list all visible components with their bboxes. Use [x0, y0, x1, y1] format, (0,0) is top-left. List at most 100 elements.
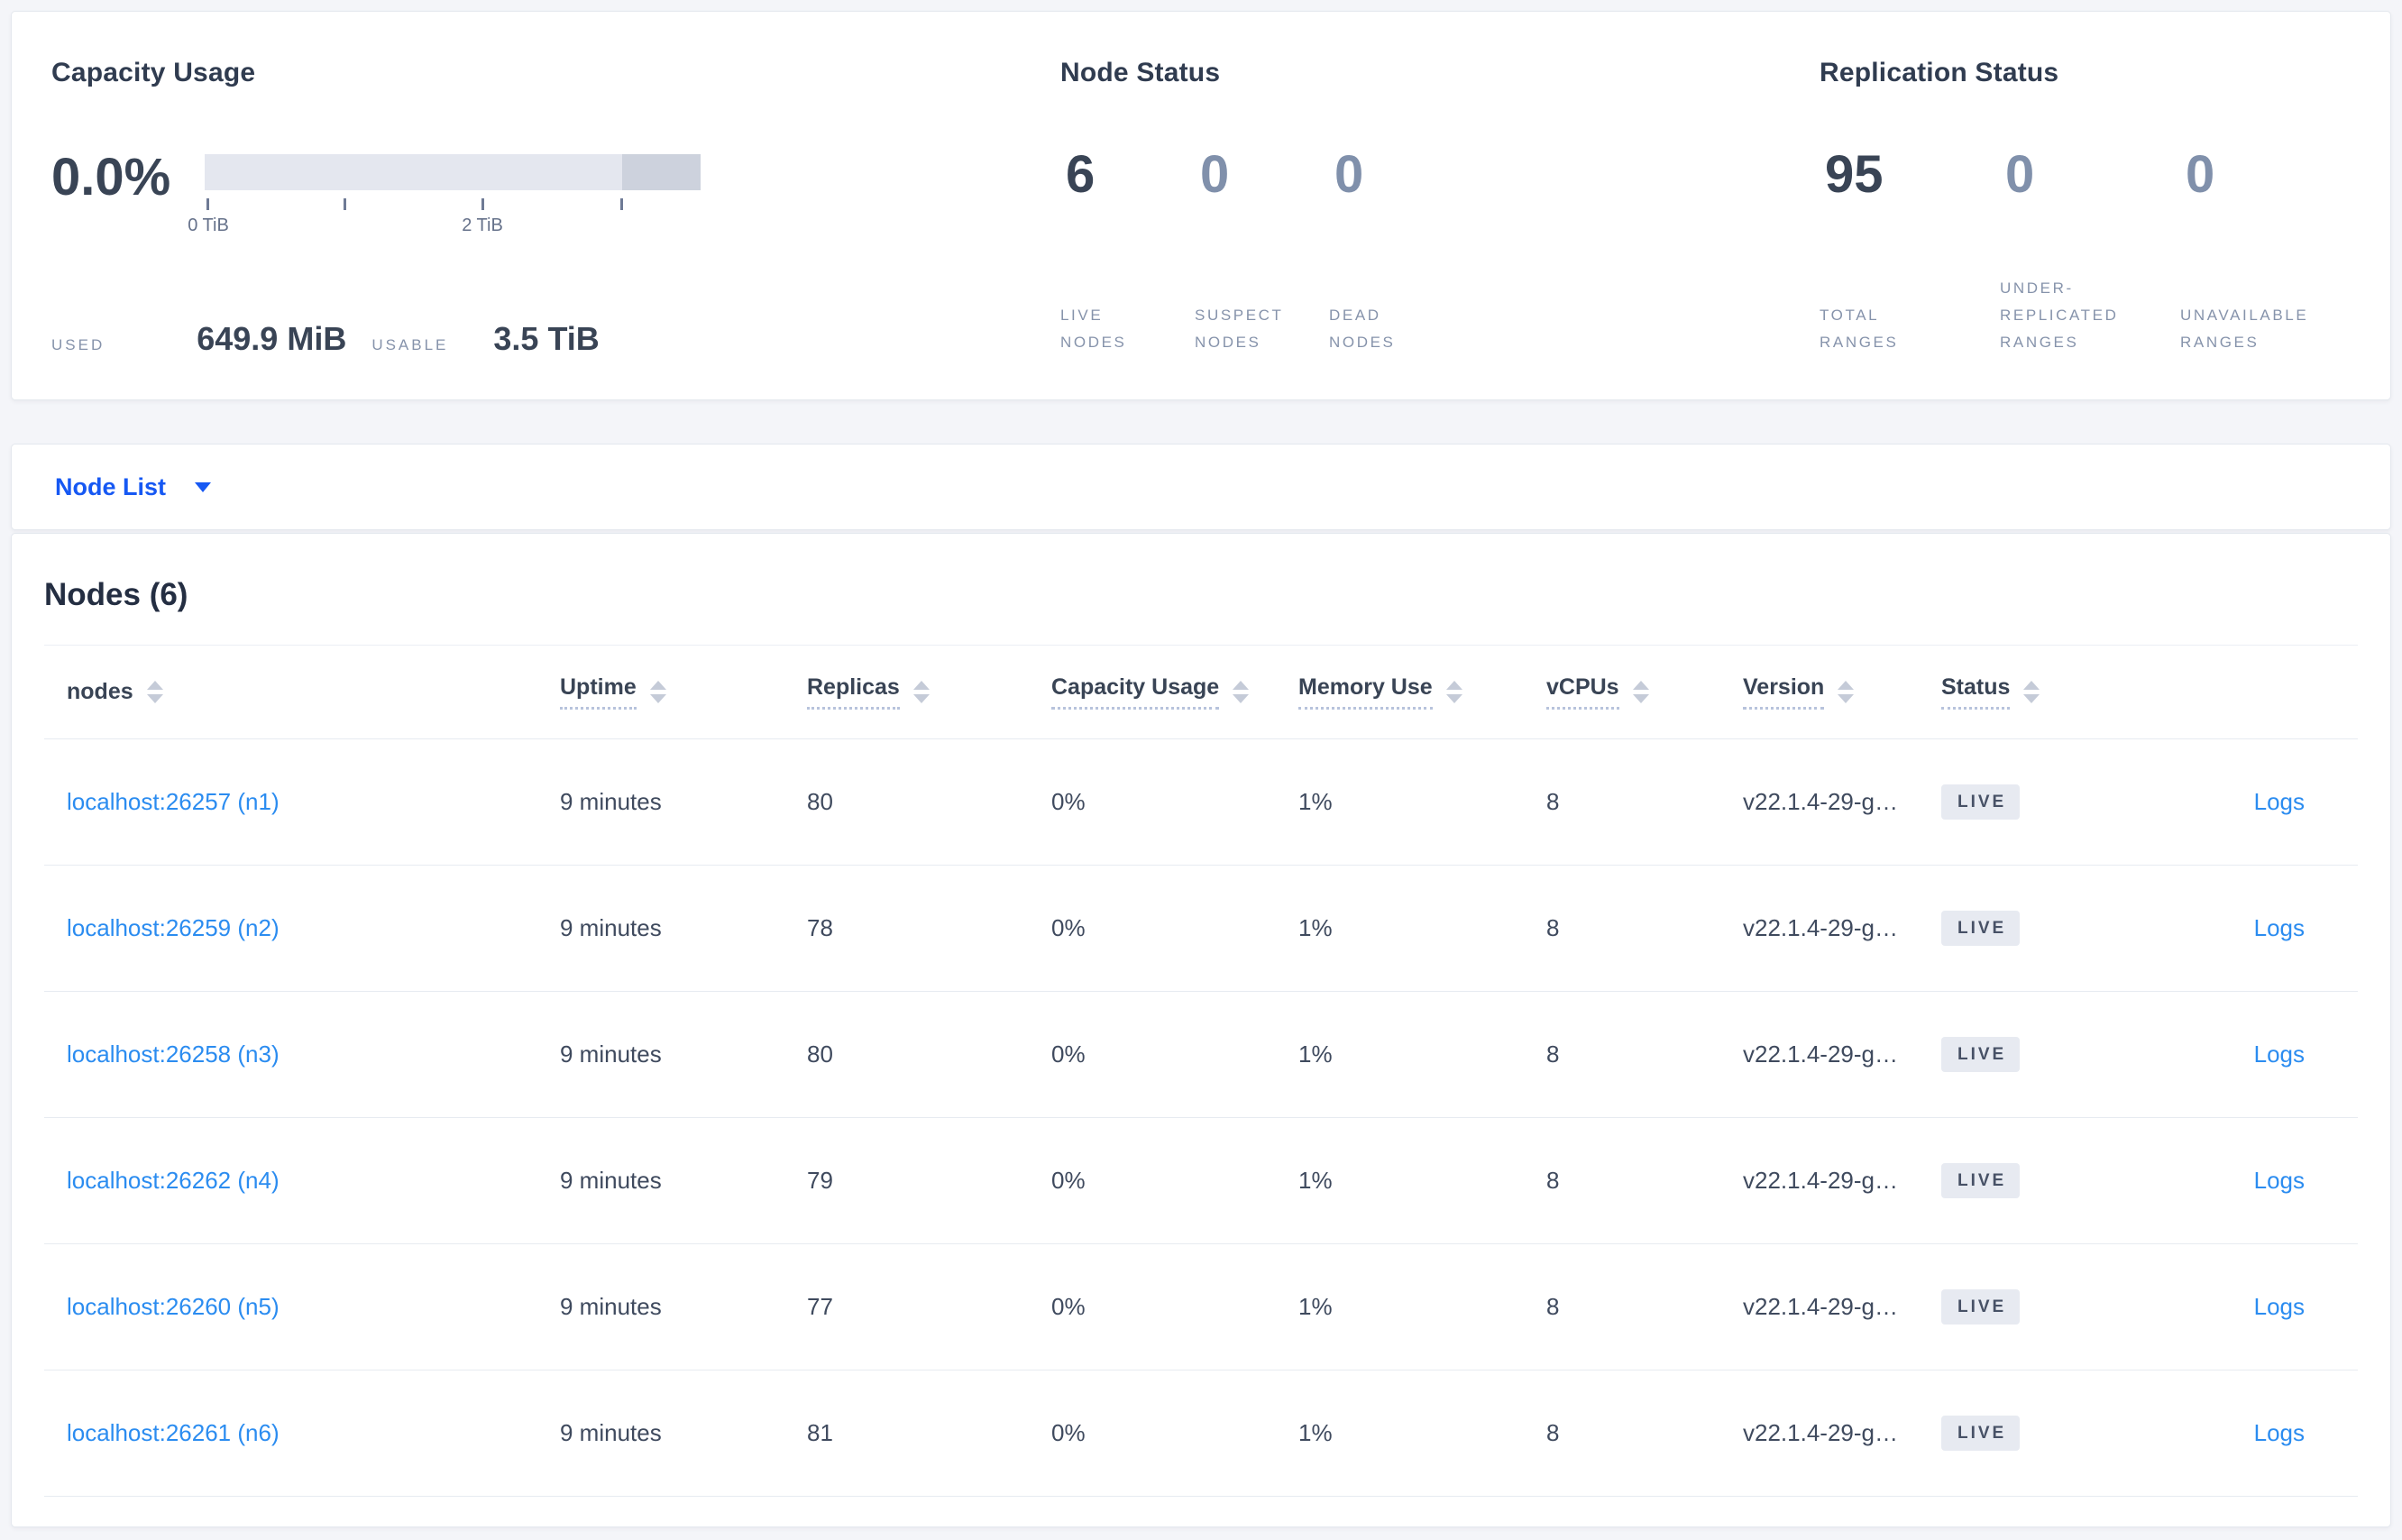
vcpus-cell: 8 [1546, 1167, 1560, 1194]
column-header-status[interactable]: Status [1941, 674, 2140, 710]
version-cell: v22.1.4-29-g… [1743, 788, 1898, 815]
logs-cell: Logs [2140, 1167, 2358, 1195]
memory-cell: 1% [1298, 788, 1333, 815]
node-status-title: Node Status [1060, 58, 1221, 87]
column-header-label: Capacity Usage [1051, 674, 1220, 710]
node-link[interactable]: localhost:26258 (n3) [67, 1040, 280, 1068]
uptime-cell: 9 minutes [560, 788, 662, 815]
live-nodes-stat: 6 LIVE NODES [1060, 147, 1195, 399]
column-header-vcpus[interactable]: vCPUs [1546, 674, 1743, 710]
column-header-memory-use[interactable]: Memory Use [1298, 674, 1546, 710]
column-header-label: nodes [67, 679, 133, 704]
under-replicated-ranges-stat: 0 UNDER-REPLICATED RANGES [2000, 147, 2180, 399]
logs-link[interactable]: Logs [2254, 1040, 2305, 1068]
axis-tick-label: 2 TiB [462, 215, 503, 235]
sort-icon [1838, 681, 1855, 703]
vcpus-cell: 8 [1546, 788, 1560, 815]
capacity-bar-chart: 0 TiB 2 TiB [188, 154, 701, 243]
cluster-overview-page: Capacity Usage 0.0% 0 TiB 2 TiB USED 649… [0, 0, 2402, 1540]
column-header-nodes[interactable]: nodes [44, 679, 560, 705]
node-link[interactable]: localhost:26257 (n1) [67, 788, 280, 815]
uptime-cell: 9 minutes [560, 1293, 662, 1320]
node-link[interactable]: localhost:26261 (n6) [67, 1419, 280, 1446]
table-row: localhost:26261 (n6) 9 minutes 81 0% 1% … [44, 1370, 2358, 1497]
memory-cell: 1% [1298, 914, 1333, 941]
cluster-summary-card: Capacity Usage 0.0% 0 TiB 2 TiB USED 649… [11, 11, 2391, 400]
status-badge: LIVE [1941, 1163, 2021, 1198]
capacity-usage-section: Capacity Usage 0.0% 0 TiB 2 TiB USED 649… [51, 12, 1025, 399]
logs-link[interactable]: Logs [2254, 1419, 2305, 1446]
capacity-usage-summary: USED 649.9 MiB USABLE 3.5 TiB [51, 320, 1025, 399]
chevron-down-icon [195, 481, 212, 492]
total-ranges-label: TOTAL RANGES [1820, 307, 1899, 351]
node-link[interactable]: localhost:26262 (n4) [67, 1167, 280, 1194]
capacity-cell: 0% [1051, 1040, 1086, 1068]
logs-link[interactable]: Logs [2254, 1293, 2305, 1320]
status-badge: LIVE [1941, 1037, 2021, 1072]
column-header-version[interactable]: Version [1743, 674, 1941, 710]
memory-cell: 1% [1298, 1419, 1333, 1446]
replicas-cell: 79 [807, 1167, 833, 1194]
node-link[interactable]: localhost:26260 (n5) [67, 1293, 280, 1320]
sort-icon [912, 681, 930, 703]
under-replicated-ranges-label: UNDER-REPLICATED RANGES [2000, 280, 2119, 351]
uptime-cell: 9 minutes [560, 1419, 662, 1446]
live-nodes-label: LIVE NODES [1060, 307, 1127, 351]
logs-cell: Logs [2140, 1293, 2358, 1321]
suspect-nodes-label: SUSPECT NODES [1195, 307, 1284, 351]
usable-label: USABLE [371, 336, 449, 353]
memory-cell: 1% [1298, 1040, 1333, 1068]
version-cell: v22.1.4-29-g… [1743, 1040, 1898, 1068]
capacity-cell: 0% [1051, 914, 1086, 941]
table-row: localhost:26258 (n3) 9 minutes 80 0% 1% … [44, 992, 2358, 1118]
sort-icon [2023, 681, 2040, 703]
axis-tick [481, 198, 484, 210]
node-cell: localhost:26257 (n1) [44, 788, 560, 816]
axis-tick [206, 198, 209, 210]
sort-icon [1233, 681, 1250, 703]
capacity-bar-reserved-segment [622, 154, 701, 190]
version-cell: v22.1.4-29-g… [1743, 1167, 1898, 1194]
status-cell: LIVE [1941, 784, 2140, 820]
uptime-cell: 9 minutes [560, 1040, 662, 1068]
logs-cell: Logs [2140, 1040, 2358, 1068]
column-header-uptime[interactable]: Uptime [560, 674, 807, 710]
replicas-cell: 80 [807, 788, 833, 815]
node-status-section: Node Status 6 LIVE NODES 0 SUSPECT NODES… [1060, 12, 1782, 399]
axis-tick [620, 198, 623, 210]
nodes-table-card: Nodes (6) nodes Uptime Replicas Capacity… [11, 533, 2391, 1527]
view-selector-card: Node List [11, 444, 2391, 530]
version-cell: v22.1.4-29-g… [1743, 1293, 1898, 1320]
vcpus-cell: 8 [1546, 1419, 1560, 1446]
column-header-label: Version [1743, 674, 1825, 710]
sort-icon [1445, 681, 1462, 703]
node-status-stats: 6 LIVE NODES 0 SUSPECT NODES 0 DEAD NODE… [1060, 147, 1782, 399]
sort-icon [1632, 681, 1649, 703]
table-row: localhost:26260 (n5) 9 minutes 77 0% 1% … [44, 1244, 2358, 1370]
logs-link[interactable]: Logs [2254, 788, 2305, 815]
dead-nodes-label: DEAD NODES [1329, 307, 1396, 351]
usable-value: 3.5 TiB [493, 320, 600, 357]
capacity-cell: 0% [1051, 1293, 1086, 1320]
uptime-cell: 9 minutes [560, 914, 662, 941]
column-header-label: vCPUs [1546, 674, 1619, 710]
column-header-capacity-usage[interactable]: Capacity Usage [1051, 674, 1298, 710]
logs-link[interactable]: Logs [2254, 914, 2305, 941]
vcpus-cell: 8 [1546, 1293, 1560, 1320]
status-badge: LIVE [1941, 784, 2021, 820]
logs-cell: Logs [2140, 788, 2358, 816]
node-link[interactable]: localhost:26259 (n2) [67, 914, 280, 941]
status-badge: LIVE [1941, 1289, 2021, 1325]
node-list-dropdown[interactable]: Node List [55, 473, 212, 501]
suspect-nodes-count: 0 [1200, 145, 1230, 204]
memory-cell: 1% [1298, 1167, 1333, 1194]
version-cell: v22.1.4-29-g… [1743, 1419, 1898, 1446]
capacity-cell: 0% [1051, 1167, 1086, 1194]
column-header-replicas[interactable]: Replicas [807, 674, 1051, 710]
used-label: USED [51, 336, 105, 353]
logs-link[interactable]: Logs [2254, 1167, 2305, 1194]
suspect-nodes-stat: 0 SUSPECT NODES [1195, 147, 1329, 399]
replication-status-section: Replication Status 95 TOTAL RANGES 0 UND… [1820, 12, 2397, 399]
table-header-row: nodes Uptime Replicas Capacity Usage Mem… [44, 646, 2358, 739]
node-cell: localhost:26258 (n3) [44, 1040, 560, 1068]
